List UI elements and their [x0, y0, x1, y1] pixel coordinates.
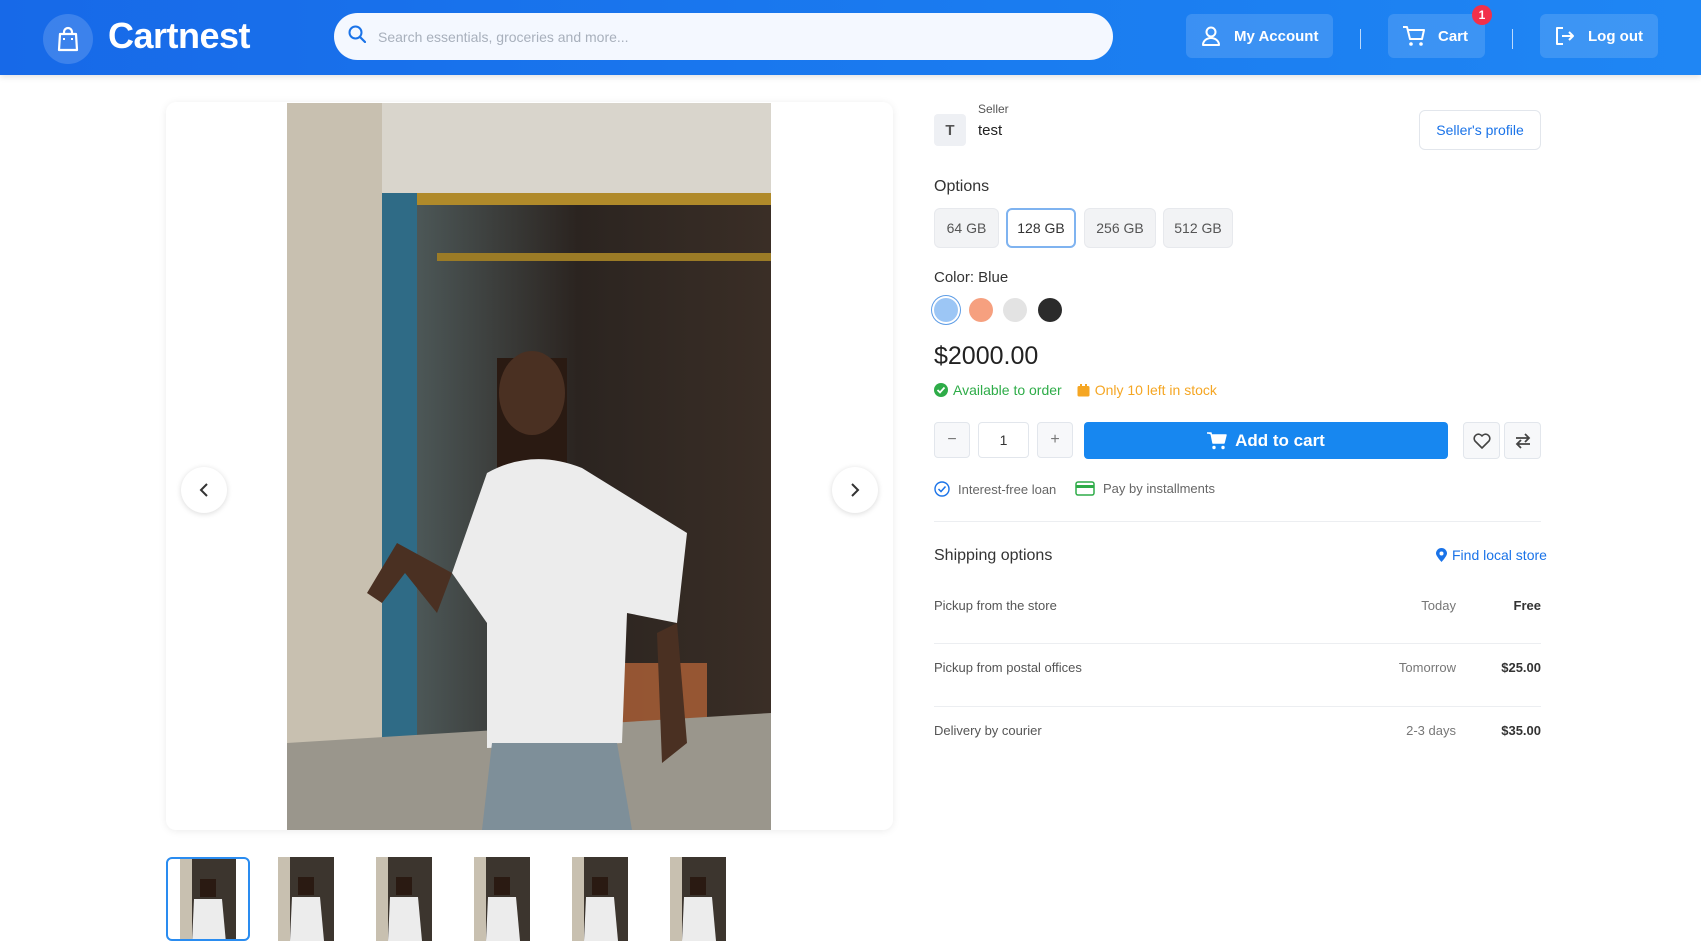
- logout-label: Log out: [1588, 27, 1643, 45]
- shipping-row-time: Today: [1421, 598, 1456, 613]
- find-local-store-label: Find local store: [1452, 547, 1547, 563]
- color-swatch-silver[interactable]: [1003, 298, 1027, 322]
- option-256gb[interactable]: 256 GB: [1084, 208, 1156, 248]
- thumbnail[interactable]: [264, 857, 348, 941]
- interest-free-loan: Interest-free loan: [934, 481, 1056, 497]
- shipping-row-name: Pickup from postal offices: [934, 660, 1082, 675]
- shopping-bag-logo-icon[interactable]: [43, 14, 93, 64]
- divider: [934, 643, 1541, 644]
- shipping-row-price: $35.00: [1501, 723, 1541, 738]
- option-512gb[interactable]: 512 GB: [1163, 208, 1233, 248]
- chevron-right-icon: [851, 483, 860, 497]
- heart-icon: [1472, 432, 1491, 449]
- chevron-left-icon: [199, 483, 208, 497]
- map-pin-icon: [1436, 548, 1447, 562]
- quantity-decrease-button[interactable]: −: [934, 422, 970, 458]
- thumbnail[interactable]: [166, 857, 250, 941]
- shipping-row-time: 2-3 days: [1406, 723, 1456, 738]
- shipping-row-time: Tomorrow: [1398, 660, 1456, 675]
- thumbnail[interactable]: [558, 857, 642, 941]
- cart-icon: [1403, 26, 1425, 46]
- box-icon: [1077, 383, 1090, 396]
- cart-label: Cart: [1438, 27, 1469, 45]
- color-swatch-peach[interactable]: [969, 298, 993, 322]
- shipping-options-title: Shipping options: [934, 547, 1053, 564]
- thumbnail[interactable]: [460, 857, 544, 941]
- shipping-row-price: Free: [1513, 598, 1541, 613]
- product-main-photo: [287, 103, 771, 830]
- seller-avatar: T: [934, 114, 966, 146]
- wishlist-button[interactable]: [1463, 422, 1500, 459]
- header-divider: [1360, 29, 1361, 49]
- brand-name[interactable]: Cartnest: [108, 15, 251, 57]
- divider: [934, 521, 1541, 522]
- seller-caption: Seller: [978, 102, 1009, 116]
- shipping-row-price: $25.00: [1501, 660, 1541, 675]
- options-label: Options: [934, 178, 990, 195]
- thumbnail[interactable]: [656, 857, 740, 941]
- add-to-cart-label: Add to cart: [1235, 430, 1325, 450]
- color-label: Color: Blue: [934, 269, 1009, 286]
- cart-button[interactable]: Cart: [1388, 14, 1485, 58]
- quantity-increase-button[interactable]: +: [1037, 422, 1073, 458]
- add-to-cart-button[interactable]: Add to cart: [1084, 422, 1448, 459]
- header-divider: [1512, 29, 1513, 49]
- compare-arrows-icon: [1515, 432, 1530, 449]
- search-bar[interactable]: [334, 13, 1113, 60]
- availability-text: Available to order: [953, 382, 1062, 398]
- cart-icon: [1207, 431, 1227, 449]
- product-price: $2000.00: [934, 342, 1039, 370]
- quantity-input[interactable]: [978, 422, 1029, 458]
- pay-by-installments: Pay by installments: [1075, 481, 1215, 496]
- next-image-button[interactable]: [832, 467, 878, 513]
- shipping-row-name: Pickup from the store: [934, 598, 1057, 613]
- seller-profile-button[interactable]: Seller's profile: [1419, 110, 1541, 150]
- prev-image-button[interactable]: [181, 467, 227, 513]
- logout-icon: [1556, 27, 1574, 45]
- search-input[interactable]: [378, 28, 1078, 45]
- top-navbar: Cartnest My Account Cart 1 Log out: [0, 0, 1701, 75]
- product-gallery: [166, 102, 893, 830]
- my-account-label: My Account: [1234, 27, 1319, 45]
- installments-label: Pay by installments: [1103, 481, 1215, 496]
- search-icon: [348, 25, 367, 48]
- option-128gb[interactable]: 128 GB: [1006, 208, 1076, 248]
- color-swatch-blue[interactable]: [934, 298, 958, 322]
- cart-count-badge: 1: [1472, 5, 1492, 25]
- color-swatch-black[interactable]: [1038, 298, 1062, 322]
- shipping-row-name: Delivery by courier: [934, 723, 1042, 738]
- logout-button[interactable]: Log out: [1540, 14, 1658, 58]
- credit-card-icon: [1075, 481, 1095, 496]
- loan-label: Interest-free loan: [958, 481, 1057, 497]
- check-circle-outline-icon: [934, 481, 950, 497]
- compare-button[interactable]: [1504, 422, 1541, 459]
- seller-name[interactable]: test: [978, 122, 1002, 139]
- my-account-button[interactable]: My Account: [1186, 14, 1333, 58]
- option-64gb[interactable]: 64 GB: [934, 208, 999, 248]
- thumbnail[interactable]: [362, 857, 446, 941]
- find-local-store-link[interactable]: Find local store: [1436, 547, 1547, 563]
- stock-status: Available to order Only 10 left in stock: [934, 382, 1217, 398]
- check-circle-icon: [934, 383, 948, 397]
- user-icon: [1202, 26, 1220, 46]
- divider: [934, 706, 1541, 707]
- low-stock-text: Only 10 left in stock: [1094, 382, 1217, 398]
